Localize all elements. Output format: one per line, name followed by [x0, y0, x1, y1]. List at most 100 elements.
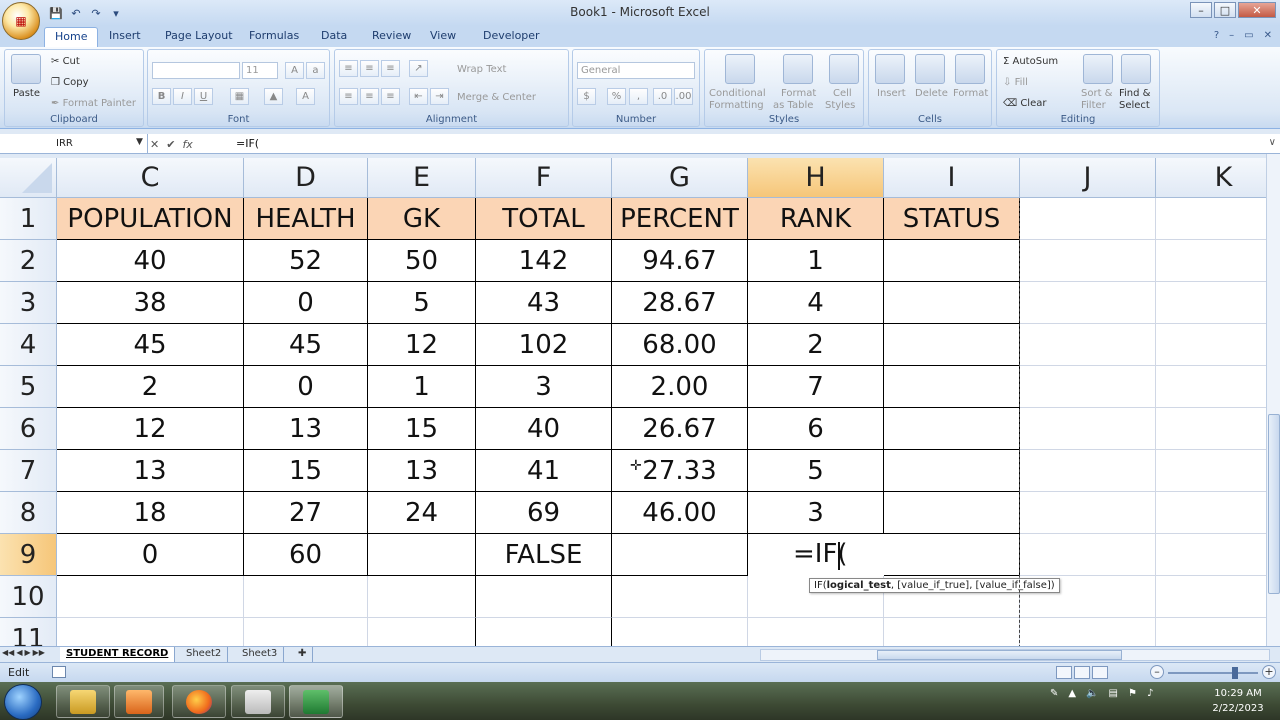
cell-g5[interactable]: 2.00 [612, 366, 748, 408]
cell-e7[interactable]: 13 [368, 450, 476, 492]
cell-h6[interactable]: 6 [748, 408, 884, 450]
decrease-indent-button[interactable]: ⇤ [409, 88, 428, 105]
row-header-3[interactable]: 3 [0, 282, 57, 324]
page-layout-view-button[interactable] [1074, 666, 1090, 679]
cell-g8[interactable]: 46.00 [612, 492, 748, 534]
cell-e3[interactable]: 5 [368, 282, 476, 324]
office-button[interactable]: ▦ [2, 2, 40, 40]
cell-d7[interactable]: 15 [244, 450, 368, 492]
row-header-11[interactable]: 11 [0, 618, 57, 646]
cell-h4[interactable]: 2 [748, 324, 884, 366]
cell-j3[interactable] [1020, 282, 1156, 324]
cell-g11[interactable] [612, 618, 748, 646]
cell-c5[interactable]: 2 [57, 366, 244, 408]
cell-d6[interactable]: 13 [244, 408, 368, 450]
vertical-scroll-thumb[interactable] [1268, 414, 1280, 594]
next-sheet-icon[interactable]: ▶ [24, 648, 30, 657]
font-color-button[interactable]: A [296, 88, 315, 105]
cell-d11[interactable] [244, 618, 368, 646]
cell-g9[interactable] [612, 534, 748, 576]
cell-f7[interactable]: 41 [476, 450, 612, 492]
cell-e4[interactable]: 12 [368, 324, 476, 366]
sort-filter-button[interactable]: Sort & [1081, 88, 1112, 99]
ribbon-restore-icon[interactable]: ▭ [1244, 30, 1253, 41]
zoom-out-button[interactable]: – [1150, 665, 1164, 679]
delete-cells-icon[interactable] [915, 54, 945, 84]
cell-f8[interactable]: 69 [476, 492, 612, 534]
cell-h11[interactable] [748, 618, 884, 646]
cell-e5[interactable]: 1 [368, 366, 476, 408]
tab-page-layout[interactable]: Page Layout [165, 29, 233, 42]
cell-c2[interactable]: 40 [57, 240, 244, 282]
italic-button[interactable]: I [173, 88, 192, 105]
cell-g4[interactable]: 68.00 [612, 324, 748, 366]
cell-g3[interactable]: 28.67 [612, 282, 748, 324]
copy-button[interactable]: ❐ Copy [51, 77, 89, 88]
column-header-g[interactable]: G [612, 158, 748, 198]
number-format-select[interactable]: General [577, 62, 695, 79]
column-header-c[interactable]: C [57, 158, 244, 198]
cell-f10[interactable] [476, 576, 612, 618]
cell-d9[interactable]: 60 [244, 534, 368, 576]
taskbar-explorer[interactable] [56, 685, 110, 718]
cell-f9[interactable]: FALSE [476, 534, 612, 576]
name-box-dropdown-icon[interactable]: ▼ [136, 137, 143, 147]
speaker-icon[interactable]: ♪ [1147, 688, 1153, 699]
cancel-entry-icon[interactable]: ✕ [150, 138, 159, 151]
find-select-icon[interactable] [1121, 54, 1151, 84]
cell-c3[interactable]: 38 [57, 282, 244, 324]
align-center-button[interactable]: ≡ [360, 88, 379, 105]
delete-cells-button[interactable]: Delete [915, 88, 948, 99]
formula-input[interactable]: =IF( [236, 137, 259, 150]
column-header-j[interactable]: J [1020, 158, 1156, 198]
cell-j8[interactable] [1020, 492, 1156, 534]
cell-k1[interactable] [1156, 198, 1266, 240]
last-sheet-icon[interactable]: ▶▶ [33, 648, 45, 657]
tab-home[interactable]: Home [44, 27, 99, 47]
column-header-e[interactable]: E [368, 158, 476, 198]
conditional-formatting-button[interactable]: Conditional [709, 88, 766, 99]
cell-k5[interactable] [1156, 366, 1266, 408]
page-break-view-button[interactable] [1092, 666, 1108, 679]
row-header-1[interactable]: 1 [0, 198, 57, 240]
first-sheet-icon[interactable]: ◀◀ [2, 648, 14, 657]
cell-i3[interactable] [884, 282, 1020, 324]
help-icon[interactable]: ? [1214, 30, 1219, 41]
tab-review[interactable]: Review [372, 29, 411, 42]
format-as-table-button[interactable]: Format [781, 88, 816, 99]
clear-button[interactable]: ⌫ Clear [1003, 98, 1046, 109]
cell-f2[interactable]: 142 [476, 240, 612, 282]
cell-c11[interactable] [57, 618, 244, 646]
grow-font-button[interactable]: A [285, 62, 304, 79]
align-middle-button[interactable]: ≡ [360, 60, 379, 77]
column-header-h[interactable]: H [748, 158, 884, 198]
currency-button[interactable]: $ [577, 88, 596, 105]
shrink-font-button[interactable]: a [306, 62, 325, 79]
cell-e10[interactable] [368, 576, 476, 618]
close-button[interactable]: ✕ [1238, 2, 1276, 18]
cell-j6[interactable] [1020, 408, 1156, 450]
header-cell-h[interactable]: RANK [748, 198, 884, 240]
row-header-8[interactable]: 8 [0, 492, 57, 534]
row-header-5[interactable]: 5 [0, 366, 57, 408]
cell-c9[interactable]: 0 [57, 534, 244, 576]
cell-styles-icon[interactable] [829, 54, 859, 84]
cell-k6[interactable] [1156, 408, 1266, 450]
vertical-scrollbar[interactable] [1266, 154, 1280, 646]
cell-i4[interactable] [884, 324, 1020, 366]
cell-i11[interactable] [884, 618, 1020, 646]
cell-f5[interactable]: 3 [476, 366, 612, 408]
fill-button[interactable]: ⇩ Fill [1003, 77, 1028, 88]
bold-button[interactable]: B [152, 88, 171, 105]
cell-j1[interactable] [1020, 198, 1156, 240]
cell-k7[interactable] [1156, 450, 1266, 492]
tab-formulas[interactable]: Formulas [249, 29, 299, 42]
cell-k3[interactable] [1156, 282, 1266, 324]
network-icon[interactable]: ▤ [1109, 688, 1118, 699]
cell-styles-button[interactable]: Cell [833, 88, 852, 99]
tab-data[interactable]: Data [321, 29, 347, 42]
find-select-button[interactable]: Find & [1119, 88, 1150, 99]
cell-j2[interactable] [1020, 240, 1156, 282]
row-header-7[interactable]: 7 [0, 450, 57, 492]
prev-sheet-icon[interactable]: ◀ [16, 648, 22, 657]
